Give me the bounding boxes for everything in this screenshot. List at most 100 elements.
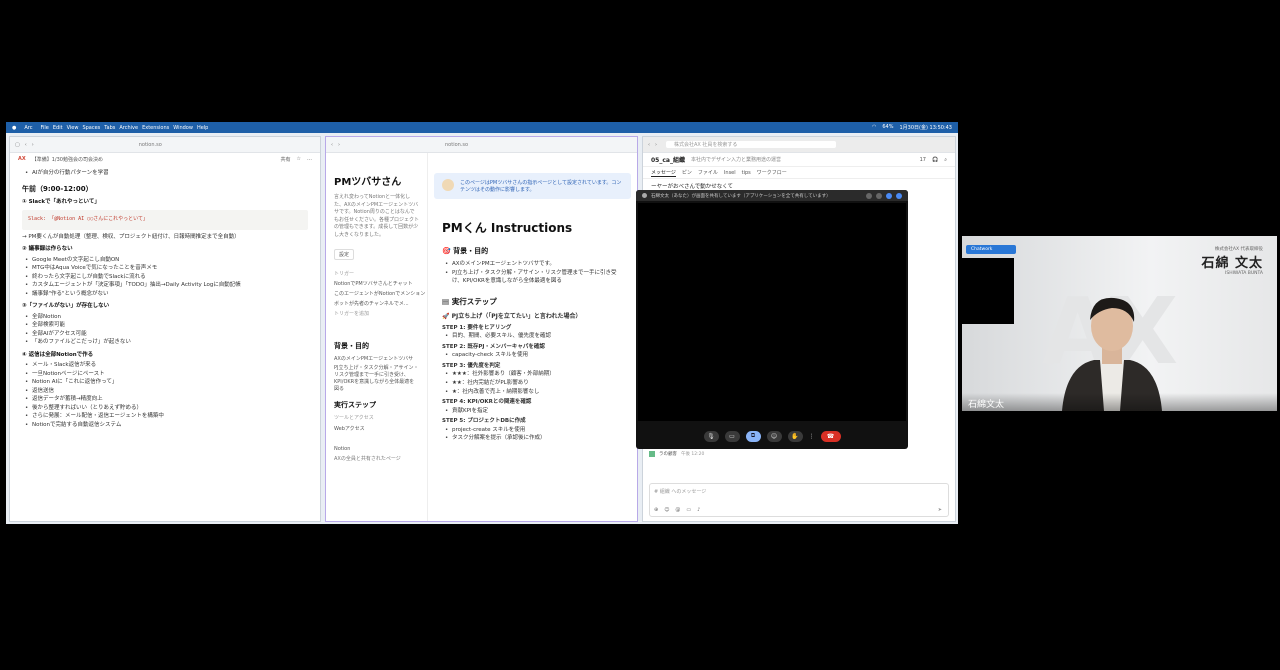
settings-bg-list: AXのメインPMエージェントツバサ PJ立ち上げ・タスク分解・アサイン・リスク管理… bbox=[334, 355, 419, 392]
instructions-page: このページはPMツバサさんの指示ページとして設定されています。コンテンツはその動… bbox=[428, 153, 637, 521]
breadcrumb-page[interactable]: 【準備】1/30勉強会の司会決め bbox=[32, 156, 103, 163]
end-call-button[interactable]: ☎ bbox=[820, 430, 841, 442]
more-icon[interactable]: … bbox=[307, 156, 312, 162]
message-composer[interactable]: # 組織 へのメッセージ ⊕ ☺ @ ▭ ♪ ➤ bbox=[649, 483, 949, 517]
slack-tab[interactable]: メッセージ bbox=[651, 169, 676, 177]
slack-tab[interactable]: Insel bbox=[724, 170, 736, 176]
menu-item[interactable]: Help bbox=[197, 125, 208, 131]
notion-tool-item[interactable]: Notion bbox=[334, 446, 419, 452]
left-breadcrumb: AX 【準備】1/30勉強会の司会決め 共有 ☆ … bbox=[10, 153, 320, 165]
settings-button[interactable]: 設定 bbox=[334, 249, 355, 260]
list-item: AXのメインPMエージェントツバサ bbox=[334, 356, 414, 362]
pip-icon[interactable] bbox=[866, 192, 872, 199]
left-url[interactable]: notion.so bbox=[139, 142, 162, 148]
middle-url[interactable]: notion.so bbox=[445, 142, 468, 148]
raise-hand-button[interactable]: ✋ bbox=[787, 430, 803, 442]
instructions-sub-heading: 🚀 PJ立ち上げ（「PJを立てたい」と言われた場合） bbox=[442, 312, 582, 320]
speaker-camera: AX Chatwork 株式会社AX 代表取締役 石綿 文太 ISHIWATA … bbox=[962, 236, 1277, 411]
back-icon[interactable]: ‹ bbox=[25, 142, 27, 148]
trigger-item[interactable]: このエージェントがNotionでメンション bbox=[334, 290, 425, 297]
star-icon[interactable]: ☆ bbox=[297, 156, 301, 162]
list-item: 返信データが蓄積→精度向上 bbox=[22, 395, 308, 404]
list-item: PJ立ち上げ・タスク分解・アサイン・リスク管理まで一手に引き受け、KPI/OKR… bbox=[442, 269, 623, 286]
channel-desc: 本社内でデザイン入力と業務用途の運営 bbox=[690, 157, 781, 163]
workspace-label[interactable]: AX bbox=[18, 156, 26, 162]
menu-item[interactable]: Edit bbox=[53, 125, 63, 131]
list-item: 目的、期間、必要スキル、優先度を確認 bbox=[442, 332, 623, 341]
send-icon[interactable]: ➤ bbox=[938, 507, 942, 513]
agent-title: PMツバサさん bbox=[334, 177, 402, 188]
camera-button[interactable]: ▭ bbox=[724, 430, 740, 442]
slack-channel-header: 05_ca_組織 本社内でデザイン入力と業務用途の運営 17 🎧 ⌕ bbox=[643, 153, 955, 167]
list-item: ★★：社内完結だがPL影響あり bbox=[442, 379, 623, 388]
sidebar-toggle-icon[interactable]: ▢ bbox=[15, 142, 20, 148]
list-item: カスタムエージェントが「決定事項」「TODO」抽出→Daily Activity… bbox=[22, 281, 308, 290]
member-count[interactable]: 17 bbox=[920, 157, 926, 163]
meet-header: 石綿文太（あなた）が画面を共有しています（アプリケーションを全て共有しています） bbox=[636, 190, 908, 201]
menu-item[interactable]: Archive bbox=[119, 125, 138, 131]
middle-tabbar: ‹ › notion.so bbox=[326, 137, 637, 153]
presentation-stage: ● Arc File Edit View Spaces Tabs Archive Exten… bbox=[0, 0, 1280, 670]
back-icon[interactable]: ‹ bbox=[331, 142, 333, 148]
list-item: ★★★：社外影響あり（顧客・外部納期） bbox=[442, 370, 623, 379]
more-options-button[interactable]: ⋮ bbox=[809, 431, 815, 442]
step-label: STEP 1: 要件をヒアリング bbox=[442, 324, 512, 331]
left-tabbar: ▢ ‹ › notion.so bbox=[10, 137, 320, 153]
slack-tab[interactable]: ワークフロー bbox=[757, 169, 787, 176]
headphones-icon[interactable]: 🎧 bbox=[932, 157, 938, 163]
channel-name[interactable]: 05_ca_組織 bbox=[651, 155, 685, 164]
list-item: 一旦Notionページにペースト bbox=[22, 370, 308, 379]
minimize-icon[interactable] bbox=[876, 192, 882, 199]
slack-tab[interactable]: ファイル bbox=[698, 169, 718, 176]
wifi-icon[interactable]: ◠ bbox=[872, 124, 876, 131]
agent-intro: 言えれ変わってNotionと一体化した、AXのメインPMエージェントツバサです。… bbox=[334, 194, 420, 238]
mention-icon[interactable]: @ bbox=[675, 507, 680, 513]
menu-item[interactable]: Window bbox=[173, 125, 193, 131]
menu-item[interactable]: Extensions bbox=[142, 125, 169, 131]
slack-search[interactable]: 株式会社AX 社員を検索する bbox=[666, 141, 836, 148]
mic-icon[interactable]: ♪ bbox=[697, 507, 700, 513]
slack-tab[interactable]: tips bbox=[742, 170, 751, 176]
plus-icon[interactable]: ⊕ bbox=[654, 507, 658, 513]
menu-item[interactable]: View bbox=[67, 125, 79, 131]
menu-item[interactable]: Spaces bbox=[82, 125, 100, 131]
list-item: PJ立ち上げ・タスク分解・アサイン・リスク管理まで一手に引き受け、KPI/OKR… bbox=[334, 365, 419, 392]
menubar-app[interactable]: Arc bbox=[24, 125, 32, 131]
share-status-icon[interactable] bbox=[886, 192, 892, 199]
back-icon[interactable]: ‹ bbox=[648, 142, 650, 148]
list-item: Google Meetの文字起こし自動ON bbox=[22, 256, 308, 265]
list-item: Notionで完結する自動返信システム bbox=[22, 421, 308, 430]
list-item: ★：社内改善で売上・納期影響なし bbox=[442, 388, 623, 397]
search-icon[interactable]: ⌕ bbox=[944, 157, 947, 163]
trigger-item[interactable]: ボットが先者のチャンネルでメ... bbox=[334, 300, 419, 307]
menu-item[interactable]: File bbox=[41, 125, 49, 131]
chatwork-badge: Chatwork bbox=[966, 245, 1016, 254]
participant-nametag: 石綿文太 bbox=[962, 393, 1277, 411]
video-icon[interactable]: ▭ bbox=[686, 507, 691, 513]
forward-icon[interactable]: › bbox=[655, 142, 657, 148]
forward-icon[interactable]: › bbox=[32, 142, 34, 148]
left-notion-window: ▢ ‹ › notion.so AX 【準備】1/30勉強会の司会決め 共有 ☆… bbox=[9, 136, 321, 522]
settings-steps-heading: 実行ステップ bbox=[334, 401, 376, 409]
forward-icon[interactable]: › bbox=[338, 142, 340, 148]
slack-tab[interactable]: ピン bbox=[682, 169, 692, 176]
web-access-item[interactable]: Webアクセス bbox=[334, 425, 419, 432]
camera-occluder bbox=[962, 258, 1014, 324]
instructions-bg-list: AXのメインPMエージェントツバサです。PJ立ち上げ・タスク分解・アサイン・リス… bbox=[442, 260, 623, 286]
add-trigger-button[interactable]: トリガーを追加 bbox=[334, 310, 419, 317]
share-button[interactable]: 共有 bbox=[281, 156, 291, 163]
emoji-reaction-button[interactable]: ☺ bbox=[766, 430, 782, 442]
menu-item[interactable]: Tabs bbox=[104, 125, 115, 131]
present-button[interactable]: ⧉ bbox=[745, 430, 761, 442]
mic-button[interactable]: 🎙 bbox=[703, 430, 719, 442]
list-item: 全部Notion bbox=[22, 313, 308, 322]
trigger-item[interactable]: NotionでPMツバサさんとチャット bbox=[334, 280, 419, 287]
expand-icon[interactable] bbox=[896, 192, 902, 199]
list-item: タスク分解案を提示（承認後に作成） bbox=[442, 434, 623, 443]
step-label: STEP 4: KPI/OKRとの関連を確認 bbox=[442, 399, 532, 406]
list-item: Notion AIに「これに返信作って」 bbox=[22, 378, 308, 387]
emoji-icon[interactable]: ☺ bbox=[664, 507, 669, 513]
apple-icon[interactable]: ● bbox=[12, 125, 16, 131]
list-item: capacity-check スキルを使用 bbox=[442, 351, 623, 360]
battery-label: 64% bbox=[882, 124, 894, 130]
